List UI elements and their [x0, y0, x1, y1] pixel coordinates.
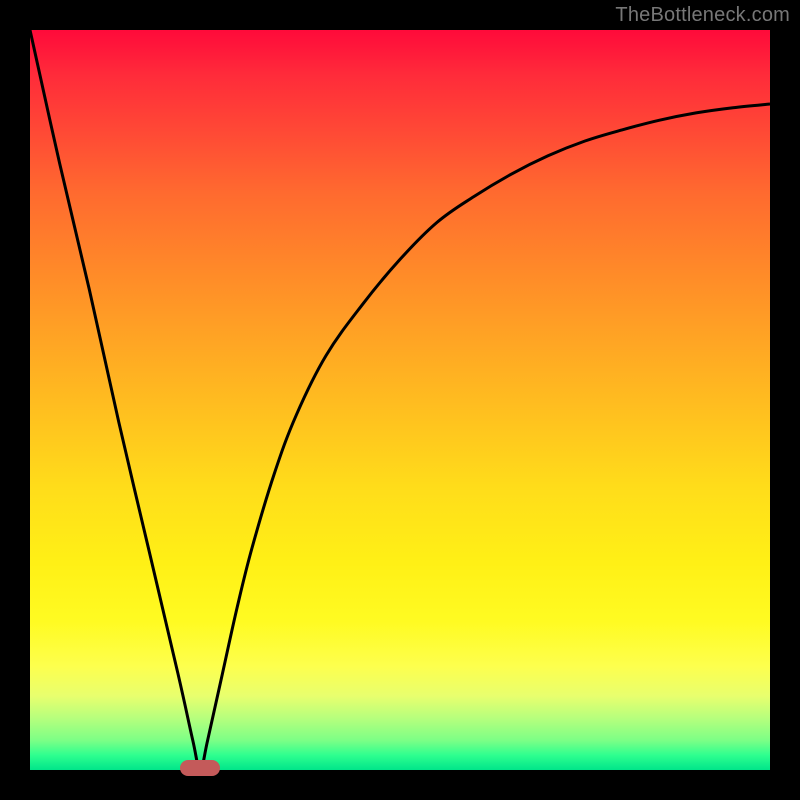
plot-area [30, 30, 770, 770]
chart-container: TheBottleneck.com [0, 0, 800, 800]
watermark-text: TheBottleneck.com [615, 4, 790, 27]
curve-path [30, 30, 770, 770]
bottleneck-curve [30, 30, 770, 770]
optimum-marker [180, 760, 220, 776]
